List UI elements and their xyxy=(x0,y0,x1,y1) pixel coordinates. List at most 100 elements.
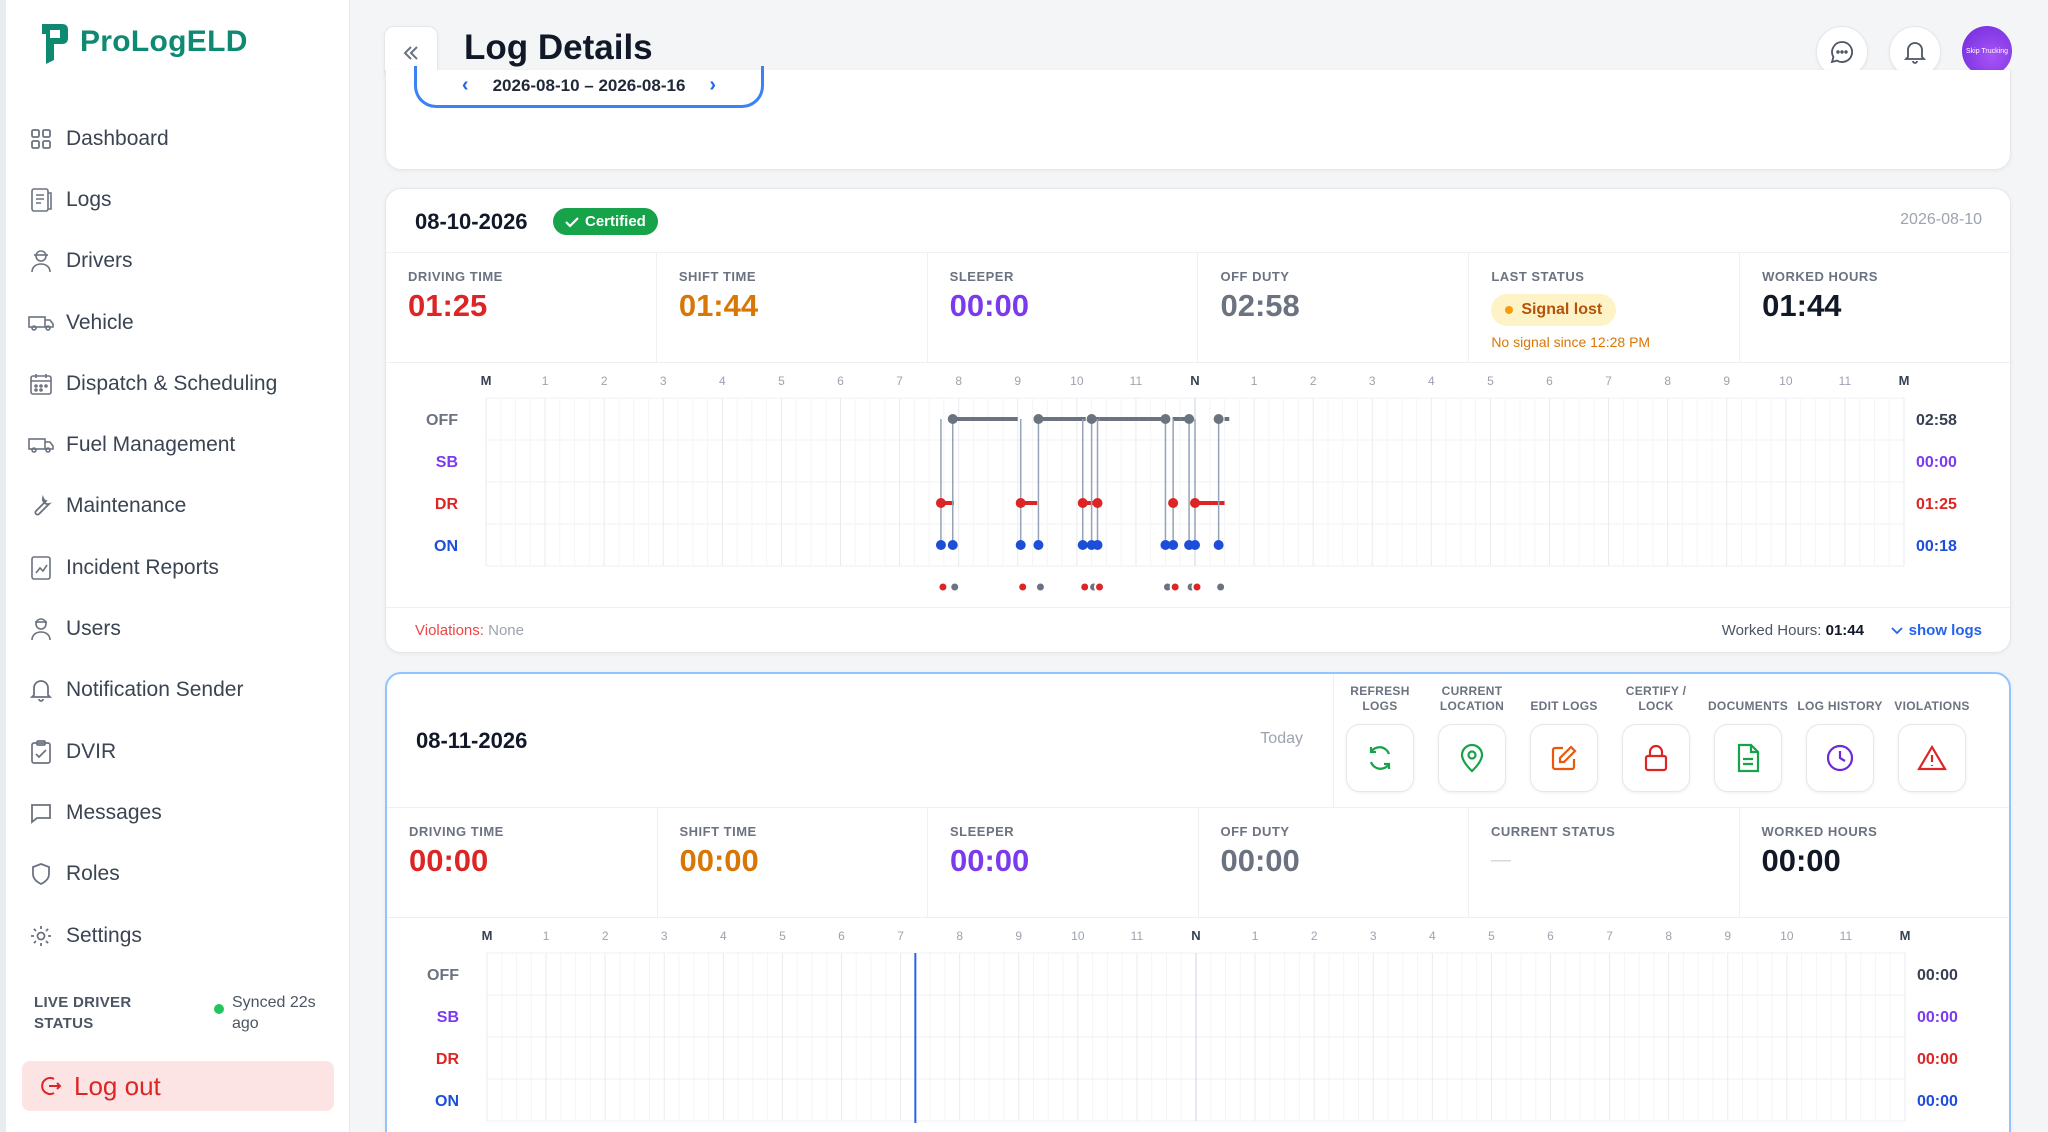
sidebar-item-incident-reports[interactable]: Incident Reports xyxy=(28,537,338,598)
event-marker[interactable] xyxy=(1017,581,1029,593)
sidebar-item-dvir[interactable]: DVIR xyxy=(28,721,338,782)
status-row-total: 00:00 xyxy=(1917,1051,1958,1068)
sidebar-item-logs[interactable]: Logs xyxy=(28,169,338,230)
status-dot xyxy=(1160,414,1171,424)
sidebar-item-dispatch[interactable]: Dispatch & Scheduling xyxy=(28,353,338,414)
signal-subtext: No signal since 12:28 PM xyxy=(1491,334,1651,350)
event-marker[interactable] xyxy=(937,581,949,593)
sidebar-item-roles[interactable]: Roles xyxy=(28,844,338,905)
sidebar-item-label: Messages xyxy=(66,800,162,824)
hour-label: 9 xyxy=(1724,929,1731,943)
hour-label: 6 xyxy=(1546,374,1553,388)
violations-summary: Violations: None xyxy=(415,622,524,639)
event-marker[interactable] xyxy=(1191,581,1203,593)
sidebar-item-dashboard[interactable]: Dashboard xyxy=(28,108,338,169)
stat-value: 01:25 xyxy=(408,288,488,323)
current-location-button[interactable] xyxy=(1438,724,1506,792)
log-graph[interactable]: M 1 2 3 4 5 6 7 8 9 10 11 N 1 2 3 4 5 6 7 8 9 10 11 M OFF 02:58 SB 0… xyxy=(386,363,2012,607)
event-marker[interactable] xyxy=(1079,581,1091,593)
stat-label: WORKED HOURS xyxy=(1761,824,1878,839)
status-dot xyxy=(1077,498,1088,508)
stat-shift-time: SHIFT TIME 00:00 xyxy=(658,808,928,917)
hour-label: 6 xyxy=(1547,929,1554,943)
show-logs-button[interactable]: show logs xyxy=(1891,622,1982,639)
hour-label: 8 xyxy=(1665,929,1672,943)
stat-value: 02:58 xyxy=(1220,288,1300,323)
logout-label: Log out xyxy=(74,1070,161,1101)
day-stats: DRIVING TIME 00:00 SHIFT TIME 00:00 SLEE… xyxy=(387,808,2009,918)
sidebar-item-settings[interactable]: Settings xyxy=(28,905,338,966)
tool-current-location: CURRENT LOCATION xyxy=(1426,674,1518,808)
sidebar-item-drivers[interactable]: Drivers xyxy=(28,231,338,292)
violations-label: Violations: xyxy=(415,622,484,639)
status-row-total: 02:58 xyxy=(1916,412,1957,429)
day-log-card-1: 08-10-2026 Certified 2026-08-10 DRIVING … xyxy=(385,188,2011,653)
status-row-label: DR xyxy=(435,496,459,513)
log-graph[interactable]: M 1 2 3 4 5 6 7 8 9 10 11 N 1 2 3 4 5 6 7 8 9 10 11 M OFF 00:00 SB 0… xyxy=(387,918,2013,1132)
logo[interactable]: ProLogELD xyxy=(40,20,248,64)
hour-label: M xyxy=(1899,373,1910,388)
status-row-label: SB xyxy=(437,1009,459,1026)
on-duty-dot xyxy=(1033,540,1044,550)
event-marker[interactable] xyxy=(1034,581,1046,593)
status-row-total: 00:00 xyxy=(1917,1093,1958,1110)
status-dot-icon xyxy=(1505,306,1514,314)
stat-worked-hours: WORKED HOURS 00:00 xyxy=(1740,808,2010,917)
on-duty-dot xyxy=(1077,540,1088,550)
tool-log-history: LOG HISTORY xyxy=(1794,674,1886,808)
logout-button[interactable]: Log out xyxy=(22,1061,334,1111)
edit-logs-button[interactable] xyxy=(1530,724,1598,792)
sidebar-item-fuel[interactable]: Fuel Management xyxy=(28,414,338,475)
fuel-truck-icon xyxy=(28,432,54,458)
sidebar-item-vehicle[interactable]: Vehicle xyxy=(28,292,338,353)
hour-label: 1 xyxy=(1252,929,1259,943)
sidebar-item-label: Roles xyxy=(66,862,120,886)
certify-lock-button[interactable] xyxy=(1622,724,1690,792)
status-dot xyxy=(1168,498,1179,508)
tool-label: LOG HISTORY xyxy=(1797,699,1883,713)
stat-off-duty: OFF DUTY 00:00 xyxy=(1199,808,1469,917)
signal-lost-badge: Signal lost xyxy=(1491,294,1617,326)
next-week-button[interactable]: › xyxy=(709,74,716,97)
stat-value: 00:00 xyxy=(1220,843,1300,878)
worked-label: Worked Hours: xyxy=(1721,622,1822,639)
hour-label: 6 xyxy=(838,929,845,943)
driver-icon xyxy=(28,248,54,274)
event-marker[interactable] xyxy=(1215,581,1227,593)
stat-sleeper: SLEEPER 00:00 xyxy=(928,253,1199,362)
sidebar-nav: Dashboard Logs Drivers Vehicle Dispatch … xyxy=(28,108,338,966)
stat-driving-time: DRIVING TIME 00:00 xyxy=(387,808,658,917)
status-row-total: 00:00 xyxy=(1917,967,1958,984)
prev-week-button[interactable]: ‹ xyxy=(462,74,469,97)
event-marker[interactable] xyxy=(1094,581,1106,593)
hour-label: 9 xyxy=(1015,929,1022,943)
documents-button[interactable] xyxy=(1714,724,1782,792)
sidebar-item-users[interactable]: Users xyxy=(28,598,338,659)
status-dot xyxy=(1015,498,1026,508)
hour-label: 2 xyxy=(602,929,609,943)
worked-hours-footer: Worked Hours: 01:44 xyxy=(1722,622,1864,639)
worked-value: 01:44 xyxy=(1825,622,1864,639)
avatar[interactable]: Skip Trucking xyxy=(1962,26,2012,76)
event-marker[interactable] xyxy=(949,581,961,593)
sidebar-item-notification-sender[interactable]: Notification Sender xyxy=(28,660,338,721)
day-header: 08-11-2026 Today REFRESH LOGS CURRENT LO… xyxy=(387,674,2009,808)
sidebar-item-messages[interactable]: Messages xyxy=(28,782,338,843)
sidebar-item-maintenance[interactable]: Maintenance xyxy=(28,476,338,537)
hour-label: 9 xyxy=(1014,374,1021,388)
stat-label: SHIFT TIME xyxy=(678,269,757,284)
violations-button[interactable] xyxy=(1898,724,1966,792)
badge-label: Signal lost xyxy=(1521,301,1603,318)
hour-label: 2 xyxy=(1311,929,1318,943)
status-dot xyxy=(1190,498,1200,508)
log-history-button[interactable] xyxy=(1806,724,1874,792)
refresh-logs-button[interactable] xyxy=(1346,724,1414,792)
tool-label: CURRENT LOCATION xyxy=(1439,684,1505,713)
event-marker[interactable] xyxy=(1169,581,1181,593)
hour-label: 3 xyxy=(1369,374,1376,388)
stat-label: SLEEPER xyxy=(949,269,1014,284)
certified-badge: Certified xyxy=(553,208,658,235)
status-row-total: 00:00 xyxy=(1916,454,1957,471)
status-row-label: ON xyxy=(435,1093,459,1110)
hour-label: N xyxy=(1191,928,1200,943)
